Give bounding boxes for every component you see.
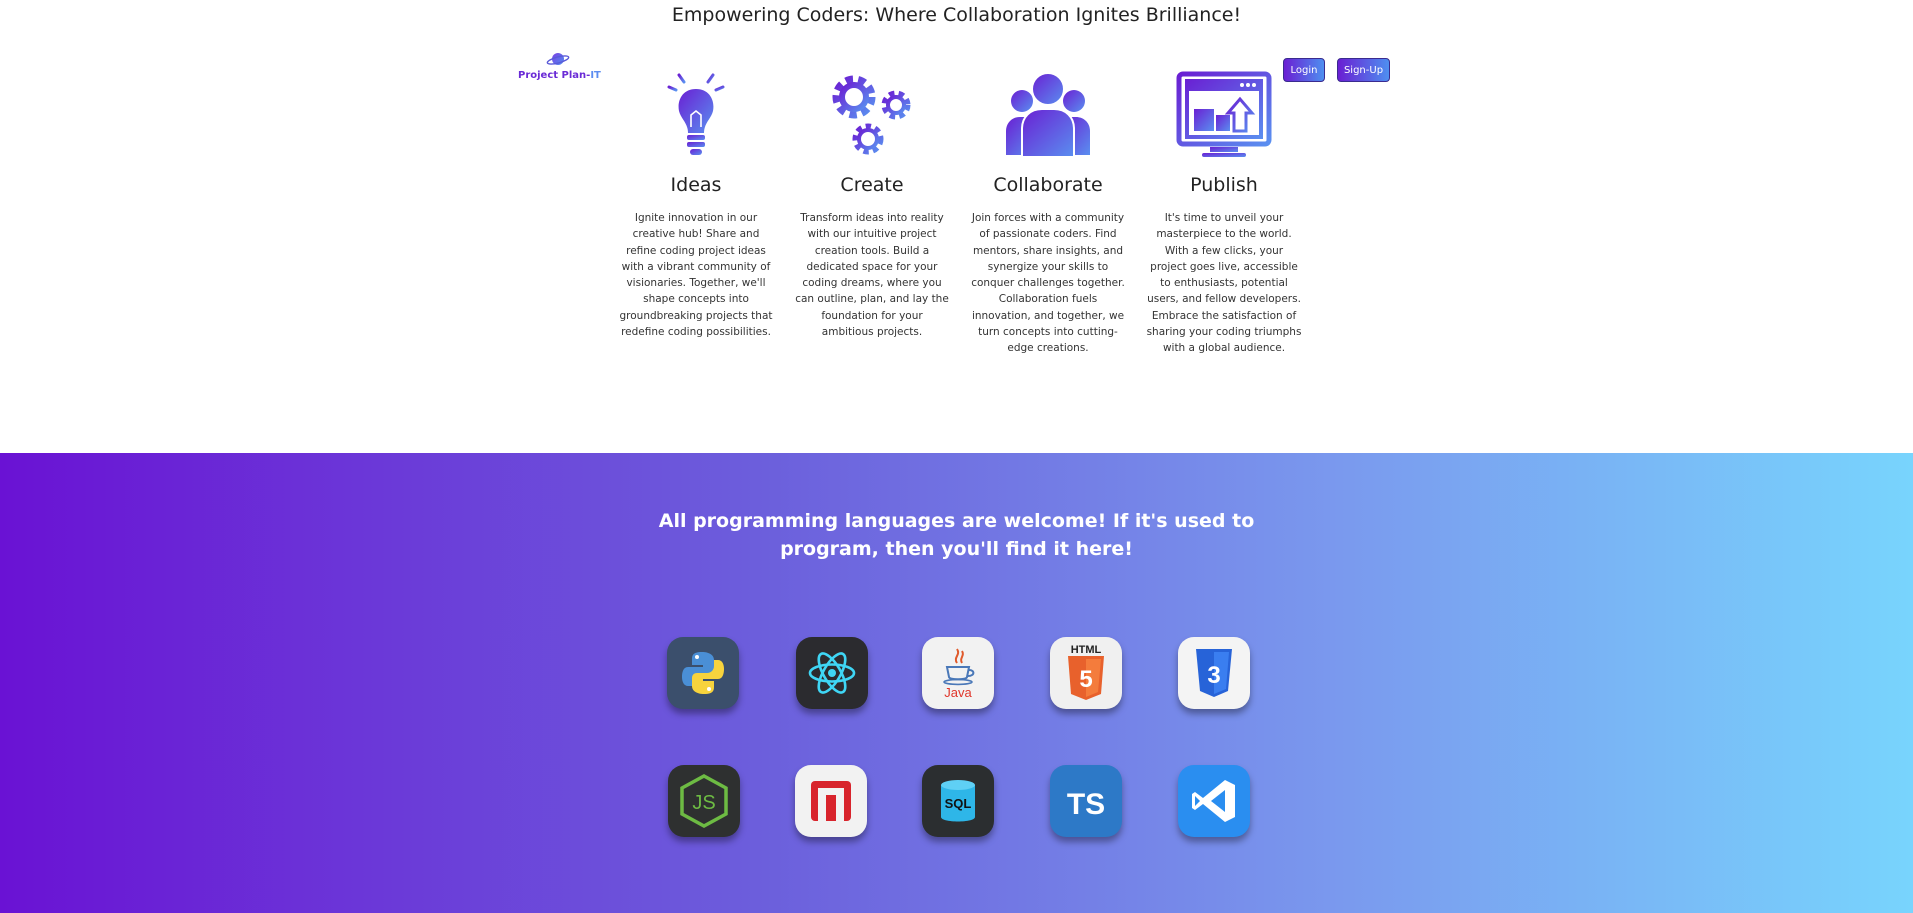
svg-text:Java: Java [944,685,972,700]
svg-text:5: 5 [1079,666,1092,693]
lightbulb-icon [667,69,725,155]
monitor-upload-icon [1176,71,1272,157]
feature-text: Join forces with a community of passiona… [971,212,1125,355]
feature-title: Collaborate [993,174,1103,196]
hero-section: Empowering Coders: Where Collaboration I… [0,0,1913,453]
feature-ideas: Ideas Ignite innovation in our creative … [616,68,776,340]
feature-text: Ignite innovation in our creative hub! S… [619,212,773,339]
site-logo[interactable]: Project Plan-IT [518,50,601,81]
svg-text:HTML: HTML [1071,644,1102,656]
css3-icon[interactable]: 3 [1178,637,1250,709]
feature-title: Ideas [670,174,722,196]
python-icon[interactable] [667,637,739,709]
typescript-icon[interactable]: TS [1050,765,1122,837]
java-icon[interactable]: Java [922,637,994,709]
gears-icon [832,75,911,155]
npm-icon[interactable] [795,765,867,837]
nodejs-icon[interactable]: JS [668,765,740,837]
languages-banner: All programming languages are welcome! I… [658,510,1255,560]
planet-icon [546,53,570,65]
svg-text:SQL: SQL [945,796,972,811]
feature-create: Create Transform ideas into reality with… [792,68,952,340]
feature-text: Transform ideas into reality with our in… [795,212,949,339]
html5-icon[interactable]: HTML 5 [1050,637,1122,709]
sql-icon[interactable]: SQL [922,765,994,837]
feature-collaborate: Collaborate Join forces with a community… [968,68,1128,357]
feature-text: It's time to unveil your masterpiece to … [1146,212,1302,355]
svg-text:TS: TS [1067,788,1105,821]
svg-text:JS: JS [692,792,715,814]
people-icon [1006,72,1090,158]
feature-title: Publish [1190,174,1258,196]
languages-section: All programming languages are welcome! I… [0,453,1913,913]
react-icon[interactable] [796,637,868,709]
page-headline: Empowering Coders: Where Collaboration I… [671,4,1242,26]
logo-text: Project Plan-IT [518,70,601,81]
vscode-icon[interactable] [1178,765,1250,837]
feature-publish: Publish It's time to unveil your masterp… [1144,68,1304,357]
svg-text:3: 3 [1207,662,1220,689]
signup-button[interactable]: Sign-Up [1337,58,1390,82]
feature-title: Create [840,174,904,196]
